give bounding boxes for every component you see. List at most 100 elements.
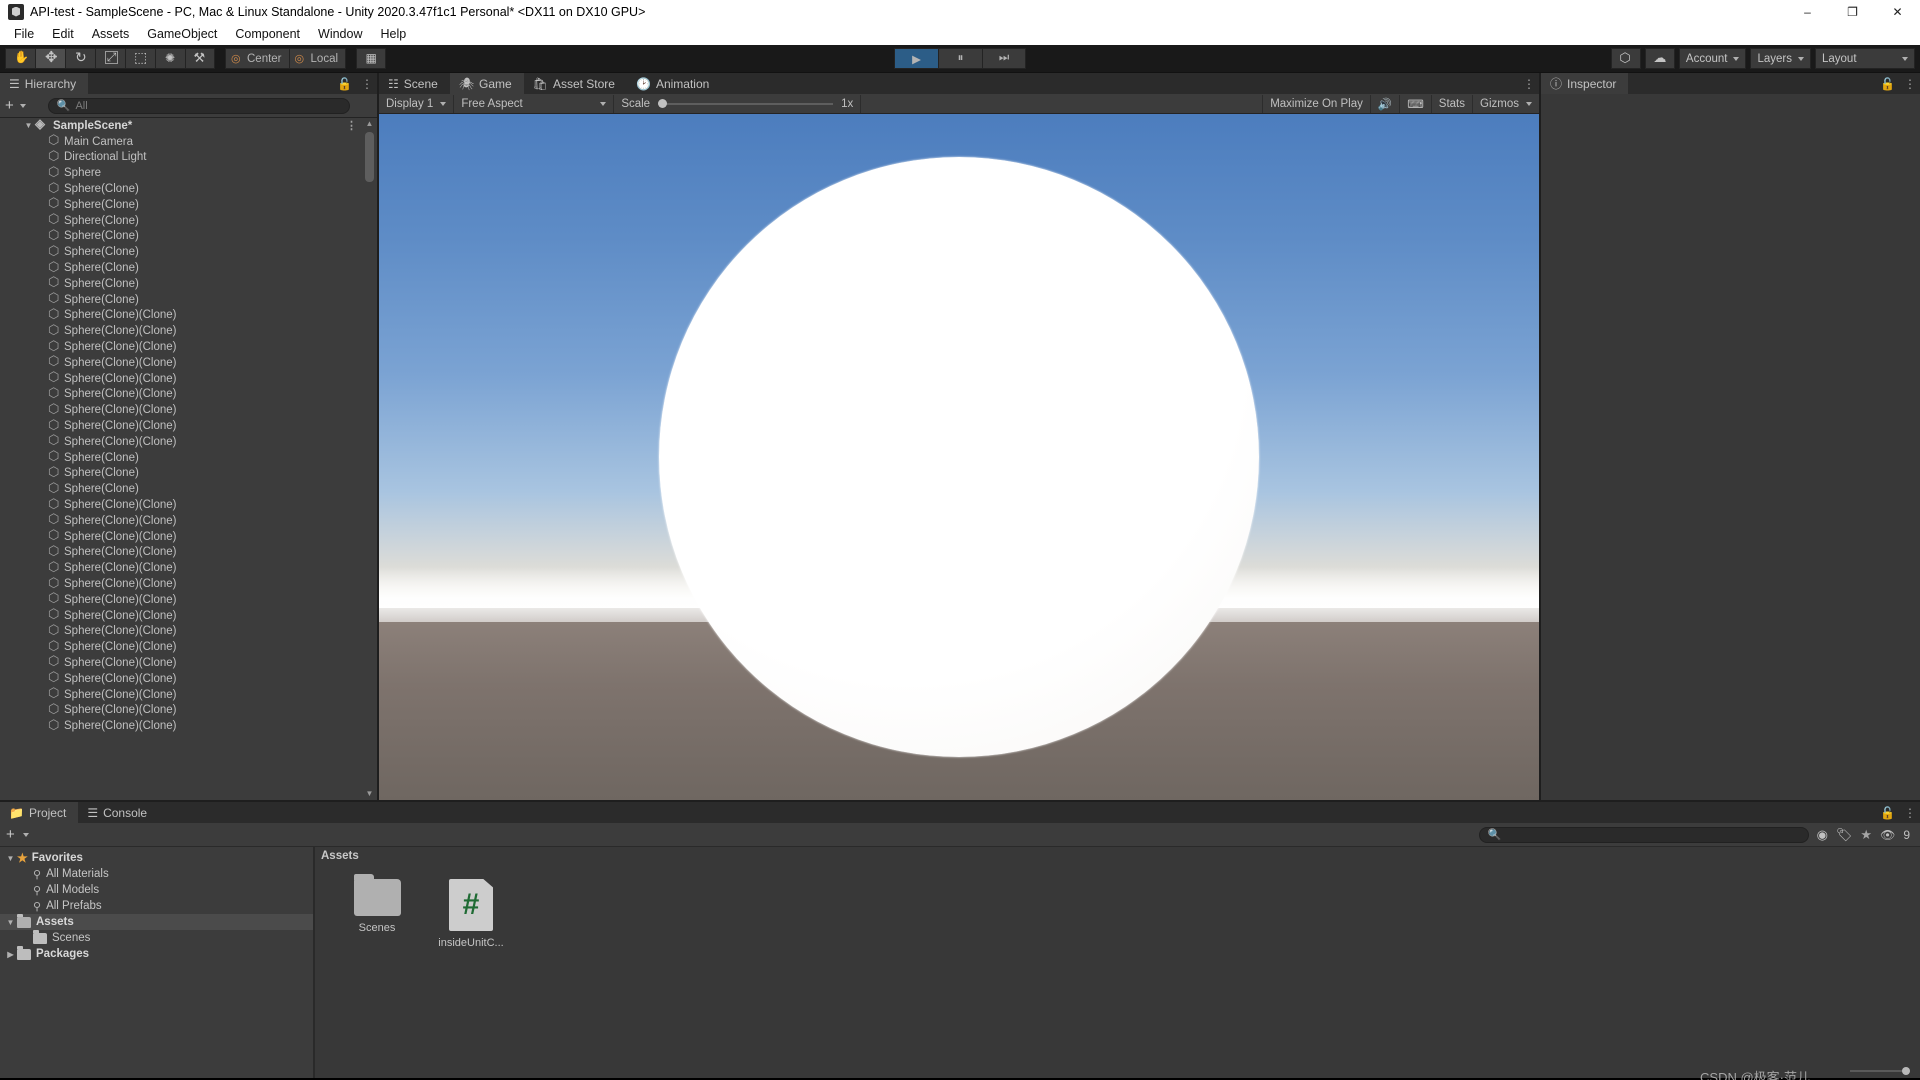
minimize-button[interactable]: –	[1785, 0, 1830, 23]
tab-console[interactable]: ☰ Console	[78, 802, 160, 823]
tab-inspector[interactable]: ⓘ Inspector	[1541, 73, 1629, 94]
scale-slider[interactable]	[658, 98, 834, 108]
layers-dropdown[interactable]: Layers	[1750, 48, 1811, 69]
lock-icon[interactable]: 🔓	[337, 77, 352, 91]
asset-grid-items[interactable]: Scenes # insideUnitC...	[315, 865, 1920, 949]
kebab-icon[interactable]: ⋮	[361, 77, 373, 91]
chevron-down-icon[interactable]	[22, 832, 29, 837]
hierarchy-search-input[interactable]: 🔍 All	[47, 97, 350, 114]
project-tree-row[interactable]: ⚲ All Models	[0, 882, 313, 898]
project-tree-row[interactable]: ▼ Assets	[0, 913, 313, 930]
tab-hierarchy[interactable]: ☰ Hierarchy	[0, 73, 89, 94]
menu-assets[interactable]: Assets	[83, 25, 139, 43]
gizmos-dropdown[interactable]: Gizmos	[1472, 94, 1539, 113]
project-search-input[interactable]: 🔍	[1478, 826, 1809, 843]
close-button[interactable]: ✕	[1875, 0, 1920, 23]
chevron-down-icon[interactable]	[19, 103, 26, 108]
asset-grid-item[interactable]: # insideUnitC...	[435, 879, 507, 949]
gameobject-icon	[48, 417, 61, 433]
account-dropdown[interactable]: Account	[1678, 48, 1747, 69]
hidden-packages-icon[interactable]: 👁	[1880, 828, 1895, 842]
favorite-filter-icon[interactable]: ★	[1860, 827, 1872, 843]
gameobject-icon	[48, 211, 61, 227]
menu-help[interactable]: Help	[371, 25, 415, 43]
scene-kebab-icon[interactable]: ⋮	[346, 119, 357, 132]
tab-game[interactable]: 🕷 Game	[449, 73, 524, 94]
tab-asset-store[interactable]: 🛍 Asset Store	[523, 73, 627, 94]
rect-tool-button[interactable]	[125, 48, 155, 69]
zoom-slider-knob[interactable]	[1902, 1067, 1910, 1075]
scroll-down-arrow-icon[interactable]: ▼	[364, 788, 375, 800]
move-tool-button[interactable]	[35, 48, 65, 69]
maximize-on-play-toggle[interactable]: Maximize On Play	[1262, 94, 1370, 113]
rotate-tool-button[interactable]	[65, 48, 95, 69]
hand-tool-button[interactable]	[5, 48, 35, 69]
label-filter-icon[interactable]: 🏷	[1836, 827, 1853, 843]
project-tree-row[interactable]: ▼ ★ Favorites	[0, 850, 313, 866]
tab-scene[interactable]: ☷ Scene	[379, 73, 450, 94]
layout-dropdown[interactable]: Layout	[1815, 48, 1915, 69]
window-controls[interactable]: – ❐ ✕	[1785, 0, 1920, 23]
game-view-tab-actions: ⋮	[1523, 73, 1535, 94]
scale-tool-button[interactable]	[95, 48, 125, 69]
expand-triangle-icon[interactable]: ▼	[4, 854, 17, 863]
pivot-mode-button[interactable]: Center	[225, 48, 289, 69]
collab-button[interactable]	[1610, 48, 1641, 69]
kebab-icon[interactable]: ⋮	[1904, 77, 1916, 91]
transform-tool-button[interactable]	[155, 48, 185, 69]
scrollbar-thumb[interactable]	[365, 132, 374, 182]
game-render-canvas[interactable]	[379, 114, 1539, 800]
menu-file[interactable]: File	[5, 25, 43, 43]
chevron-down-icon	[440, 101, 447, 106]
menu-component[interactable]: Component	[226, 25, 309, 43]
menu-gameobject[interactable]: GameObject	[138, 25, 226, 43]
pivot-rotation-button[interactable]: Local	[288, 48, 347, 69]
project-tree-row[interactable]: ⚲ All Prefabs	[0, 898, 313, 914]
pause-button[interactable]: ⏸	[938, 48, 982, 69]
project-asset-grid[interactable]: Assets Scenes # insideUnitC...	[315, 847, 1920, 1078]
scale-slider-knob[interactable]	[658, 98, 668, 108]
scroll-up-arrow-icon[interactable]: ▲	[364, 118, 375, 130]
play-button[interactable]: ▶	[894, 48, 938, 69]
tab-animation[interactable]: 🕑 Animation	[626, 73, 722, 94]
hierarchy-item-label: Sphere(Clone)(Clone)	[64, 499, 177, 512]
grid-snap-button[interactable]	[356, 48, 387, 69]
inspector-tab-bar: ⓘ Inspector 🔓 ⋮	[1541, 73, 1920, 94]
stats-toggle[interactable]: Stats	[1430, 94, 1472, 113]
project-tree[interactable]: ▼ ★ Favorites ⚲ All Materials ⚲ All Models ⚲ All…	[0, 847, 315, 1078]
kebab-icon[interactable]: ⋮	[1904, 806, 1916, 820]
step-button[interactable]: ⏭	[982, 48, 1026, 69]
asset-grid-item[interactable]: Scenes	[341, 874, 413, 949]
aspect-dropdown[interactable]: Free Aspect	[454, 94, 615, 113]
asset-grid-zoom[interactable]	[1850, 1067, 1910, 1075]
collab-icon	[1618, 50, 1633, 66]
hierarchy-item-label: Sphere(Clone)(Clone)	[64, 325, 177, 338]
display-dropdown[interactable]: Display 1	[379, 94, 455, 113]
hierarchy-tree[interactable]: ▼ SampleScene* ⋮ Main Camera Directional …	[0, 118, 377, 800]
hierarchy-item-list[interactable]: Main Camera Directional Light Sphere Sphere…	[0, 132, 377, 734]
tab-project[interactable]: 📁 Project	[0, 802, 79, 823]
lock-icon[interactable]: 🔓	[1880, 806, 1895, 820]
project-tree-row[interactable]: ▶ Packages	[0, 945, 313, 962]
custom-tool-button[interactable]	[185, 48, 215, 69]
stats-toggle-icon-button[interactable]: ⌨	[1399, 94, 1431, 113]
scale-slider-group[interactable]: Scale 1x	[614, 94, 862, 113]
hierarchy-item[interactable]: Sphere(Clone)(Clone)	[0, 717, 377, 734]
expand-triangle-icon[interactable]: ▶	[4, 950, 17, 959]
project-tree-row[interactable]: Scenes	[0, 929, 313, 946]
expand-triangle-icon[interactable]: ▼	[22, 121, 35, 130]
cloud-button[interactable]	[1644, 48, 1675, 69]
menu-window[interactable]: Window	[309, 25, 371, 43]
maximize-button[interactable]: ❐	[1830, 0, 1875, 23]
add-gameobject-button[interactable]: +	[5, 98, 14, 113]
menu-edit[interactable]: Edit	[43, 25, 83, 43]
project-tree-row[interactable]: ⚲ All Materials	[0, 866, 313, 882]
zoom-slider[interactable]	[1850, 1067, 1910, 1075]
kebab-icon[interactable]: ⋮	[1523, 77, 1535, 91]
create-asset-button[interactable]: +	[6, 827, 15, 842]
asset-type-filter-icon[interactable]: ◉	[1817, 827, 1828, 843]
hierarchy-scrollbar[interactable]: ▲ ▼	[364, 118, 375, 800]
expand-triangle-icon[interactable]: ▼	[4, 918, 17, 927]
lock-icon[interactable]: 🔓	[1880, 77, 1895, 91]
mute-audio-button[interactable]: 🔊	[1369, 94, 1399, 113]
